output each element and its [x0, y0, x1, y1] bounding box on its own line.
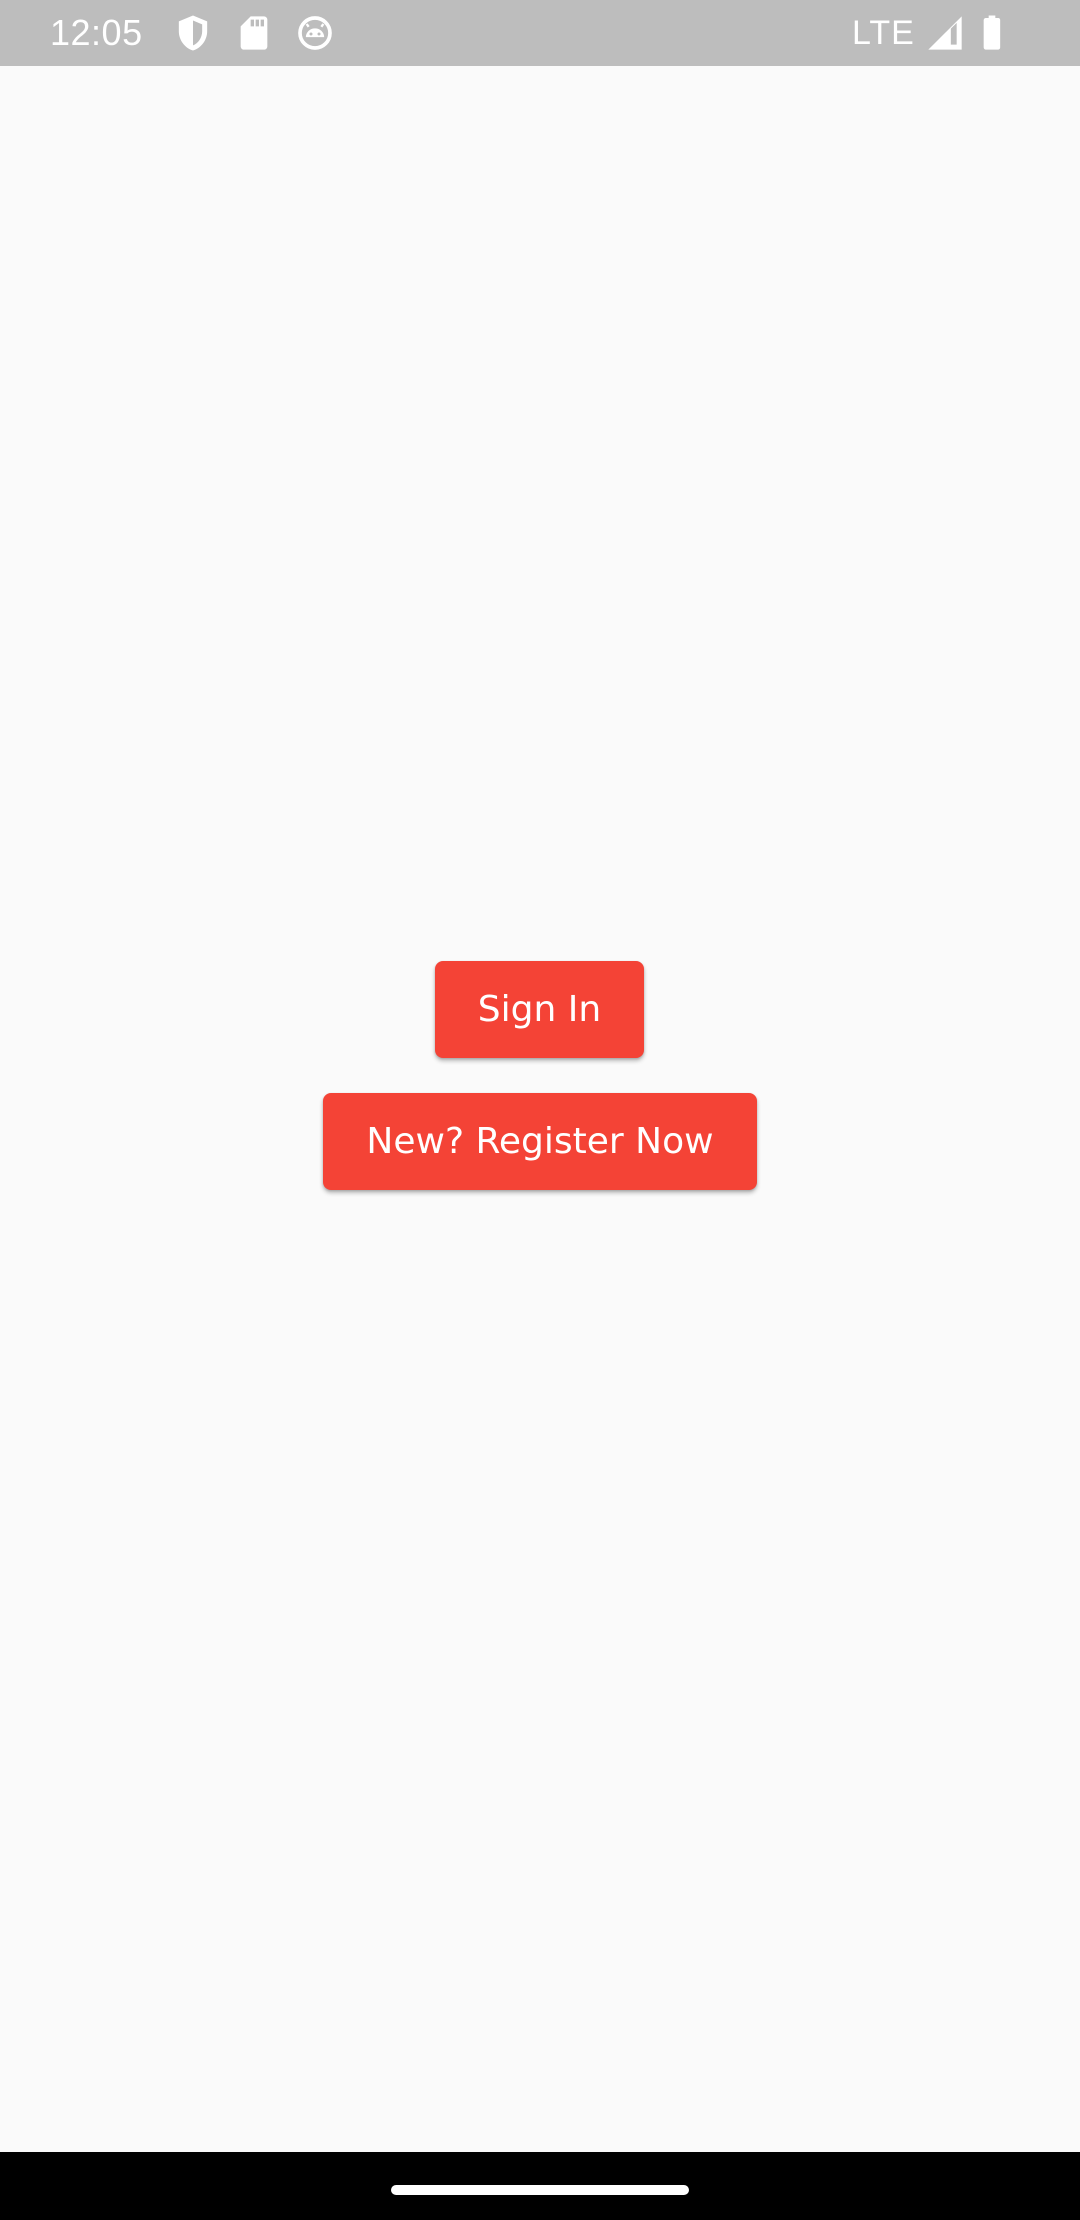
signal-icon [925, 13, 965, 53]
home-gesture-handle[interactable] [391, 2185, 689, 2195]
navigation-bar [0, 2152, 1080, 2220]
network-type-label: LTE [852, 14, 915, 52]
battery-icon [972, 13, 1012, 53]
sd-card-icon [234, 13, 274, 53]
main-content: Sign In New? Register Now [0, 66, 1080, 2152]
android-head-icon [295, 13, 335, 53]
register-button[interactable]: New? Register Now [323, 1093, 757, 1190]
status-time: 12:05 [50, 12, 143, 53]
shield-icon [173, 13, 213, 53]
status-bar: 12:05 LTE [0, 0, 1080, 66]
sign-in-button[interactable]: Sign In [435, 961, 644, 1058]
